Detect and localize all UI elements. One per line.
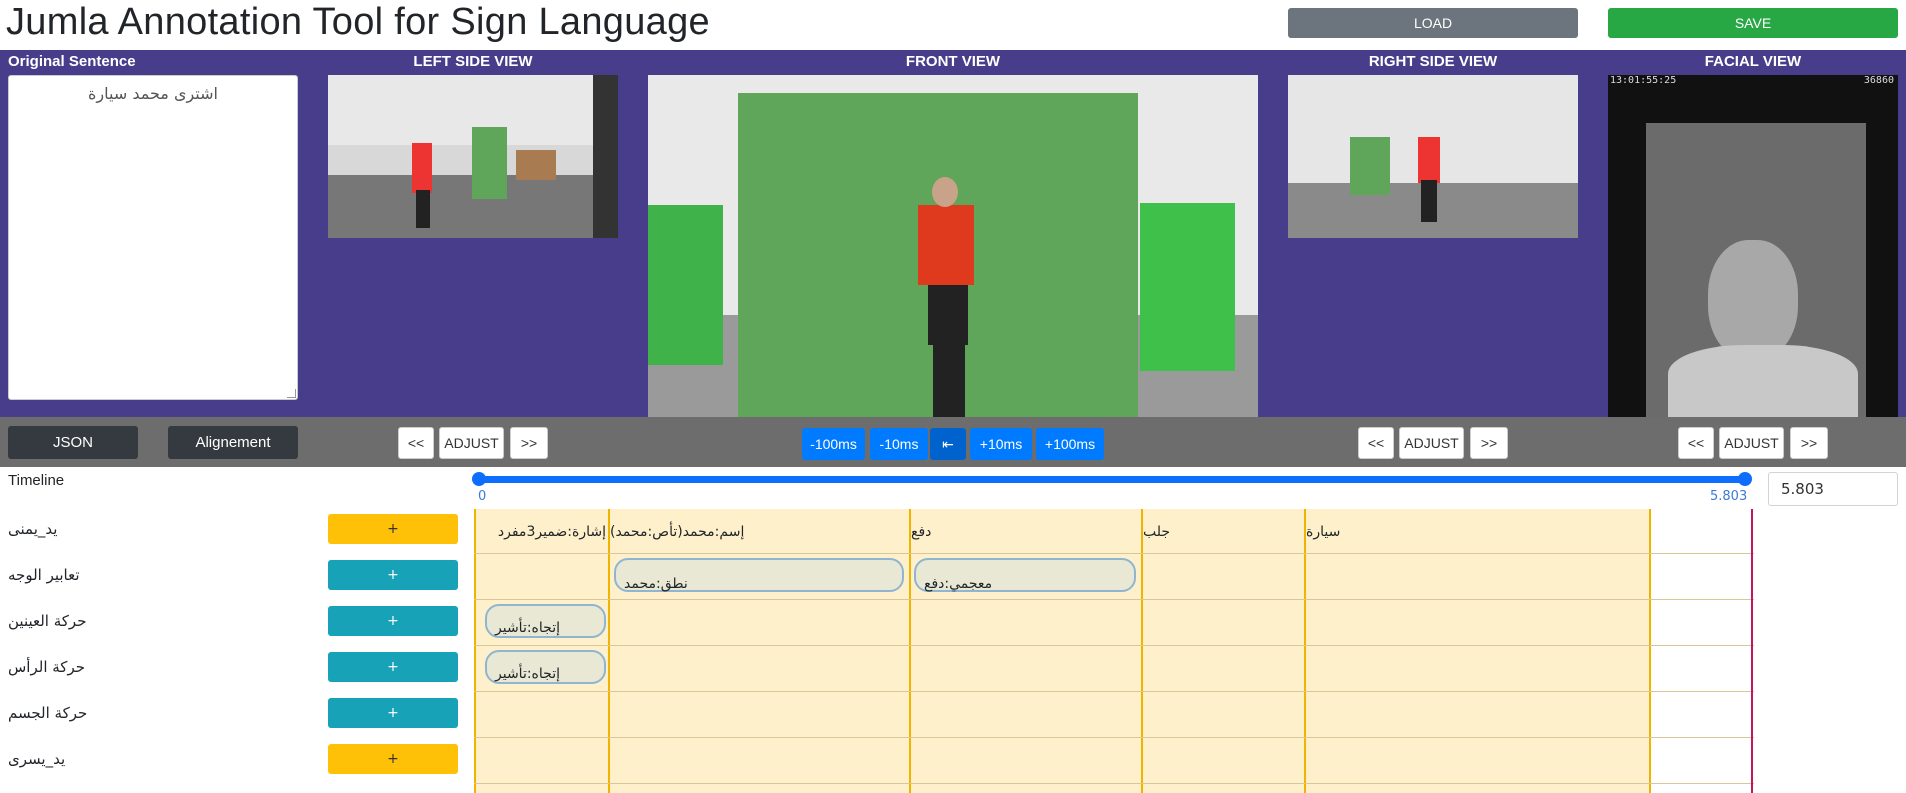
right-prev-button[interactable]: << [1358, 427, 1394, 459]
app-title: Jumla Annotation Tool for Sign Language [6, 1, 710, 43]
left-view-title: LEFT SIDE VIEW [413, 53, 533, 70]
front-video[interactable] [648, 75, 1258, 417]
facial-annotation-pill[interactable]: معجمي:دفع [914, 558, 1136, 592]
add-facial-expressions-button[interactable]: + [328, 560, 458, 590]
row-divider [474, 645, 1754, 646]
track-label-right-hand: يد_يمنى [8, 520, 58, 538]
row-divider [474, 691, 1754, 692]
front-view-title: FRONT VIEW [905, 53, 1001, 70]
facial-annotation-pill[interactable]: نطق:محمد [614, 558, 904, 592]
head-annotation-pill[interactable]: إتجاه:تأشير [485, 650, 606, 684]
jump-start-button[interactable]: ⇤ [930, 428, 966, 460]
eye-annotation-pill[interactable]: إتجاه:تأشير [485, 604, 606, 638]
row-divider [474, 783, 1754, 784]
facial-timecode: 13:01:55:25 [1610, 75, 1677, 86]
sentence-textarea[interactable]: اشترى محمد سيارة [8, 75, 298, 400]
facial-view-title: FACIAL VIEW [1704, 53, 1802, 70]
right-next-button[interactable]: >> [1470, 427, 1508, 459]
segment-label[interactable]: سيارة [1306, 524, 1366, 540]
track-label-body-movement: حركة الجسم [8, 704, 88, 722]
minus-100ms-button[interactable]: -100ms [802, 428, 865, 460]
plus-10ms-button[interactable]: +10ms [970, 428, 1032, 460]
right-adjust-button[interactable]: ADJUST [1399, 427, 1464, 459]
left-adjust-button[interactable]: ADJUST [439, 427, 504, 459]
row-divider [474, 737, 1754, 738]
right-side-video[interactable] [1288, 75, 1578, 238]
segment-column[interactable] [909, 509, 1143, 793]
segment-label[interactable]: إشارة:ضمير3مفرد [476, 524, 606, 540]
plus-100ms-button[interactable]: +100ms [1036, 428, 1104, 460]
timeline-min-label: 0 [478, 489, 487, 504]
timeline-start-handle[interactable] [472, 472, 486, 486]
add-left-hand-button[interactable]: + [328, 744, 458, 774]
playhead-cursor[interactable] [1751, 509, 1753, 793]
segment-column[interactable] [1304, 509, 1651, 793]
time-input[interactable]: 5.803 [1768, 472, 1898, 506]
row-divider [474, 599, 1754, 600]
row-divider [474, 553, 1754, 554]
left-side-video[interactable] [328, 75, 618, 238]
left-next-button[interactable]: >> [510, 427, 548, 459]
track-label-left-hand: يد_يسرى [8, 750, 66, 768]
timeline-end-handle[interactable] [1738, 472, 1752, 486]
original-sentence-title: Original Sentence [8, 53, 136, 70]
save-button[interactable]: SAVE [1608, 8, 1898, 38]
track-label-facial-expressions: تعابير الوجه [8, 566, 80, 584]
segment-label[interactable]: دفع [911, 524, 971, 540]
resize-handle[interactable] [287, 389, 296, 398]
segment-column[interactable] [1141, 509, 1306, 793]
segment-label[interactable]: إسم:محمد(تأص:محمد) [610, 524, 760, 540]
face-next-button[interactable]: >> [1790, 427, 1828, 459]
timeline-max-label: 5.803 [1710, 489, 1748, 504]
timeline-label: Timeline [8, 472, 65, 489]
facial-frame-counter: 36860 [1863, 75, 1894, 86]
add-eye-movement-button[interactable]: + [328, 606, 458, 636]
timeline-slider-track[interactable] [478, 476, 1746, 483]
jump-start-icon: ⇤ [942, 436, 954, 452]
right-view-title: RIGHT SIDE VIEW [1368, 53, 1498, 70]
minus-10ms-button[interactable]: -10ms [870, 428, 928, 460]
json-button[interactable]: JSON [8, 426, 138, 459]
add-right-hand-button[interactable]: + [328, 514, 458, 544]
left-prev-button[interactable]: << [398, 427, 434, 459]
face-adjust-button[interactable]: ADJUST [1719, 427, 1784, 459]
add-body-movement-button[interactable]: + [328, 698, 458, 728]
alignment-button[interactable]: Alignement [168, 426, 298, 459]
track-label-eye-movement: حركة العينين [8, 612, 87, 630]
segment-column[interactable] [608, 509, 911, 793]
facial-video[interactable]: 13:01:55:25 36860 [1608, 75, 1898, 417]
load-button[interactable]: LOAD [1288, 8, 1578, 38]
face-prev-button[interactable]: << [1678, 427, 1714, 459]
track-label-head-movement: حركة الرأس [8, 658, 85, 676]
add-head-movement-button[interactable]: + [328, 652, 458, 682]
segment-label[interactable]: جلب [1143, 524, 1203, 540]
